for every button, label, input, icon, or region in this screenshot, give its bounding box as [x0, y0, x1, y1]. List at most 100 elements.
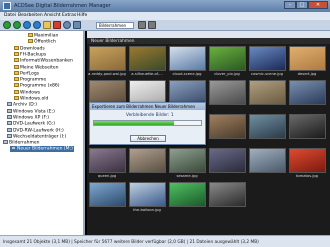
back-icon[interactable] [3, 21, 11, 29]
tree-item[interactable]: Öffentlich [28, 39, 56, 45]
tree-item-label: Bilderrahmen [9, 140, 40, 146]
drive-icon [7, 121, 12, 126]
thumbnail[interactable] [249, 148, 286, 173]
tree-item[interactable]: Wechseldatenträger (I:) [7, 133, 67, 140]
tree-item[interactable]: Windows [14, 89, 41, 96]
tree-item-label: DVD-Laufwerk (G:) [13, 121, 56, 127]
thumbnail[interactable] [209, 80, 246, 105]
folder-icon [14, 45, 19, 50]
forward-icon[interactable] [13, 21, 21, 29]
menu-bearbeiten[interactable]: Bearbeiten [18, 13, 43, 18]
menu-hilfe[interactable]: Hilfe [77, 13, 87, 18]
tree-item-label: Windows Vista (E:) [13, 109, 55, 115]
tree-item[interactable]: Windows Vista (E:) [7, 108, 55, 115]
thumbnail[interactable] [129, 46, 166, 71]
thumbnail-label: tomatos.jpg [295, 174, 319, 178]
folder-icon [14, 77, 19, 82]
tree-item[interactable]: Archiv (D:) [7, 102, 37, 108]
thumbnail[interactable] [249, 46, 286, 71]
tree-item[interactable]: Bilderrahmen [3, 140, 39, 146]
drive-icon [3, 140, 8, 145]
tree-item[interactable]: Programme [14, 77, 46, 83]
folder-icon [14, 51, 19, 56]
thumbnail[interactable] [289, 148, 326, 173]
export-dialog: Exportieren zum Bilderrahmen Neuer Bilde… [89, 102, 206, 145]
tree-item[interactable]: DVD-RW-Laufwerk (H:) [7, 127, 64, 134]
tree-item[interactable]: Windows.old [14, 96, 48, 102]
drive-icon [7, 108, 12, 113]
thumbnail[interactable] [89, 182, 126, 207]
tree-item[interactable]: Programme (x86) [14, 83, 59, 89]
thumbnail[interactable] [249, 114, 286, 139]
folder-icon [14, 96, 19, 100]
folder-tree: Maximilian Öffentlich Downloads FH-Backups I… [0, 31, 85, 235]
cancel-button[interactable]: Abbrechen [130, 135, 166, 142]
tree-item[interactable]: InformatiWissenbanken [14, 58, 73, 64]
thumbnail[interactable] [169, 46, 206, 71]
thumbnail-label: sesame.jpg [176, 174, 198, 178]
remaining-label: Verbleibende Bilder: 1 [126, 113, 174, 118]
export-icon[interactable] [73, 21, 81, 29]
app-icon [3, 2, 11, 10]
thumbnail[interactable] [129, 148, 166, 173]
maximize-button[interactable]: □ [296, 1, 308, 9]
folder-icon [14, 64, 19, 69]
folder-icon[interactable] [43, 21, 51, 29]
tree-item-label: Programme [20, 77, 47, 83]
tree-item[interactable]: Neuer Bilderrahmen (M:) [10, 146, 74, 153]
menu-extras[interactable]: Extras [62, 13, 76, 18]
close-button[interactable]: ✕ [308, 1, 328, 9]
tree-item-label: Windows XP (F:) [13, 115, 50, 121]
menu-ansicht[interactable]: Ansicht [44, 13, 61, 18]
tree-item[interactable]: PerfLogs [14, 70, 39, 77]
tree-item-label: Windows [20, 90, 41, 96]
progress-bar [93, 120, 202, 126]
thumbnail-label: a-silhouette-of-... [131, 72, 163, 76]
drive-icon [7, 102, 12, 107]
minimize-button[interactable]: – [284, 1, 296, 9]
address-field[interactable]: Bilderrahmen [96, 22, 134, 29]
title-bar: ACDSee Digital Bilderrahmen Manager – □ … [0, 0, 330, 12]
tree-item-label: Archiv (D:) [13, 102, 37, 108]
tree-item[interactable]: FH-Backups [14, 51, 47, 58]
tree-item[interactable]: Downloads [14, 45, 45, 52]
tree-item[interactable]: Maximilian [28, 33, 58, 39]
thumbnail[interactable] [169, 182, 206, 207]
thumbnail[interactable] [209, 114, 246, 139]
drive-icon [7, 114, 12, 119]
thumbnail[interactable] [209, 148, 246, 173]
tree-item-label: Windows.old [20, 96, 49, 102]
path-bar [87, 31, 330, 38]
menu-datei[interactable]: Datei [4, 13, 16, 18]
drive-icon [11, 146, 16, 151]
progress-fill [94, 121, 175, 125]
thumbnail[interactable] [249, 80, 286, 105]
tree-item[interactable]: Meine Webseiten [14, 64, 59, 71]
tree-item[interactable]: Windows XP (F:) [7, 114, 50, 121]
address-text: Bilderrahmen [99, 23, 127, 28]
rotate-icon[interactable] [63, 21, 71, 29]
tree-item-label: Neuer Bilderrahmen (M:) [17, 146, 73, 152]
sort-icon[interactable] [148, 21, 156, 29]
thumbnail-label: cosmic-scene.jpg [251, 72, 283, 76]
tree-item-label: InformatiWissenbanken [20, 58, 73, 64]
tree-item-label: FH-Backups [20, 52, 47, 58]
thumbnail[interactable] [129, 182, 166, 207]
thumbnail[interactable] [209, 46, 246, 71]
tree-item[interactable]: DVD-Laufwerk (G:) [7, 121, 55, 127]
thumbnail[interactable] [89, 148, 126, 173]
thumbnail[interactable] [289, 46, 326, 71]
thumbnail[interactable] [289, 114, 326, 139]
thumbnail[interactable] [289, 80, 326, 105]
up-icon[interactable] [23, 21, 31, 29]
thumbnail[interactable] [169, 148, 206, 173]
thumbnail-label: queen.jpg [97, 174, 117, 178]
tree-item-label: Wechseldatenträger (I:) [13, 134, 67, 140]
drive-icon [7, 127, 12, 132]
delete-icon[interactable] [53, 21, 61, 29]
thumbnail[interactable] [89, 46, 126, 71]
refresh-icon[interactable] [33, 21, 41, 29]
thumbnail-label: the-balloon.jpg [133, 208, 161, 212]
thumbnail[interactable] [209, 182, 246, 207]
view-icon[interactable] [138, 21, 146, 29]
